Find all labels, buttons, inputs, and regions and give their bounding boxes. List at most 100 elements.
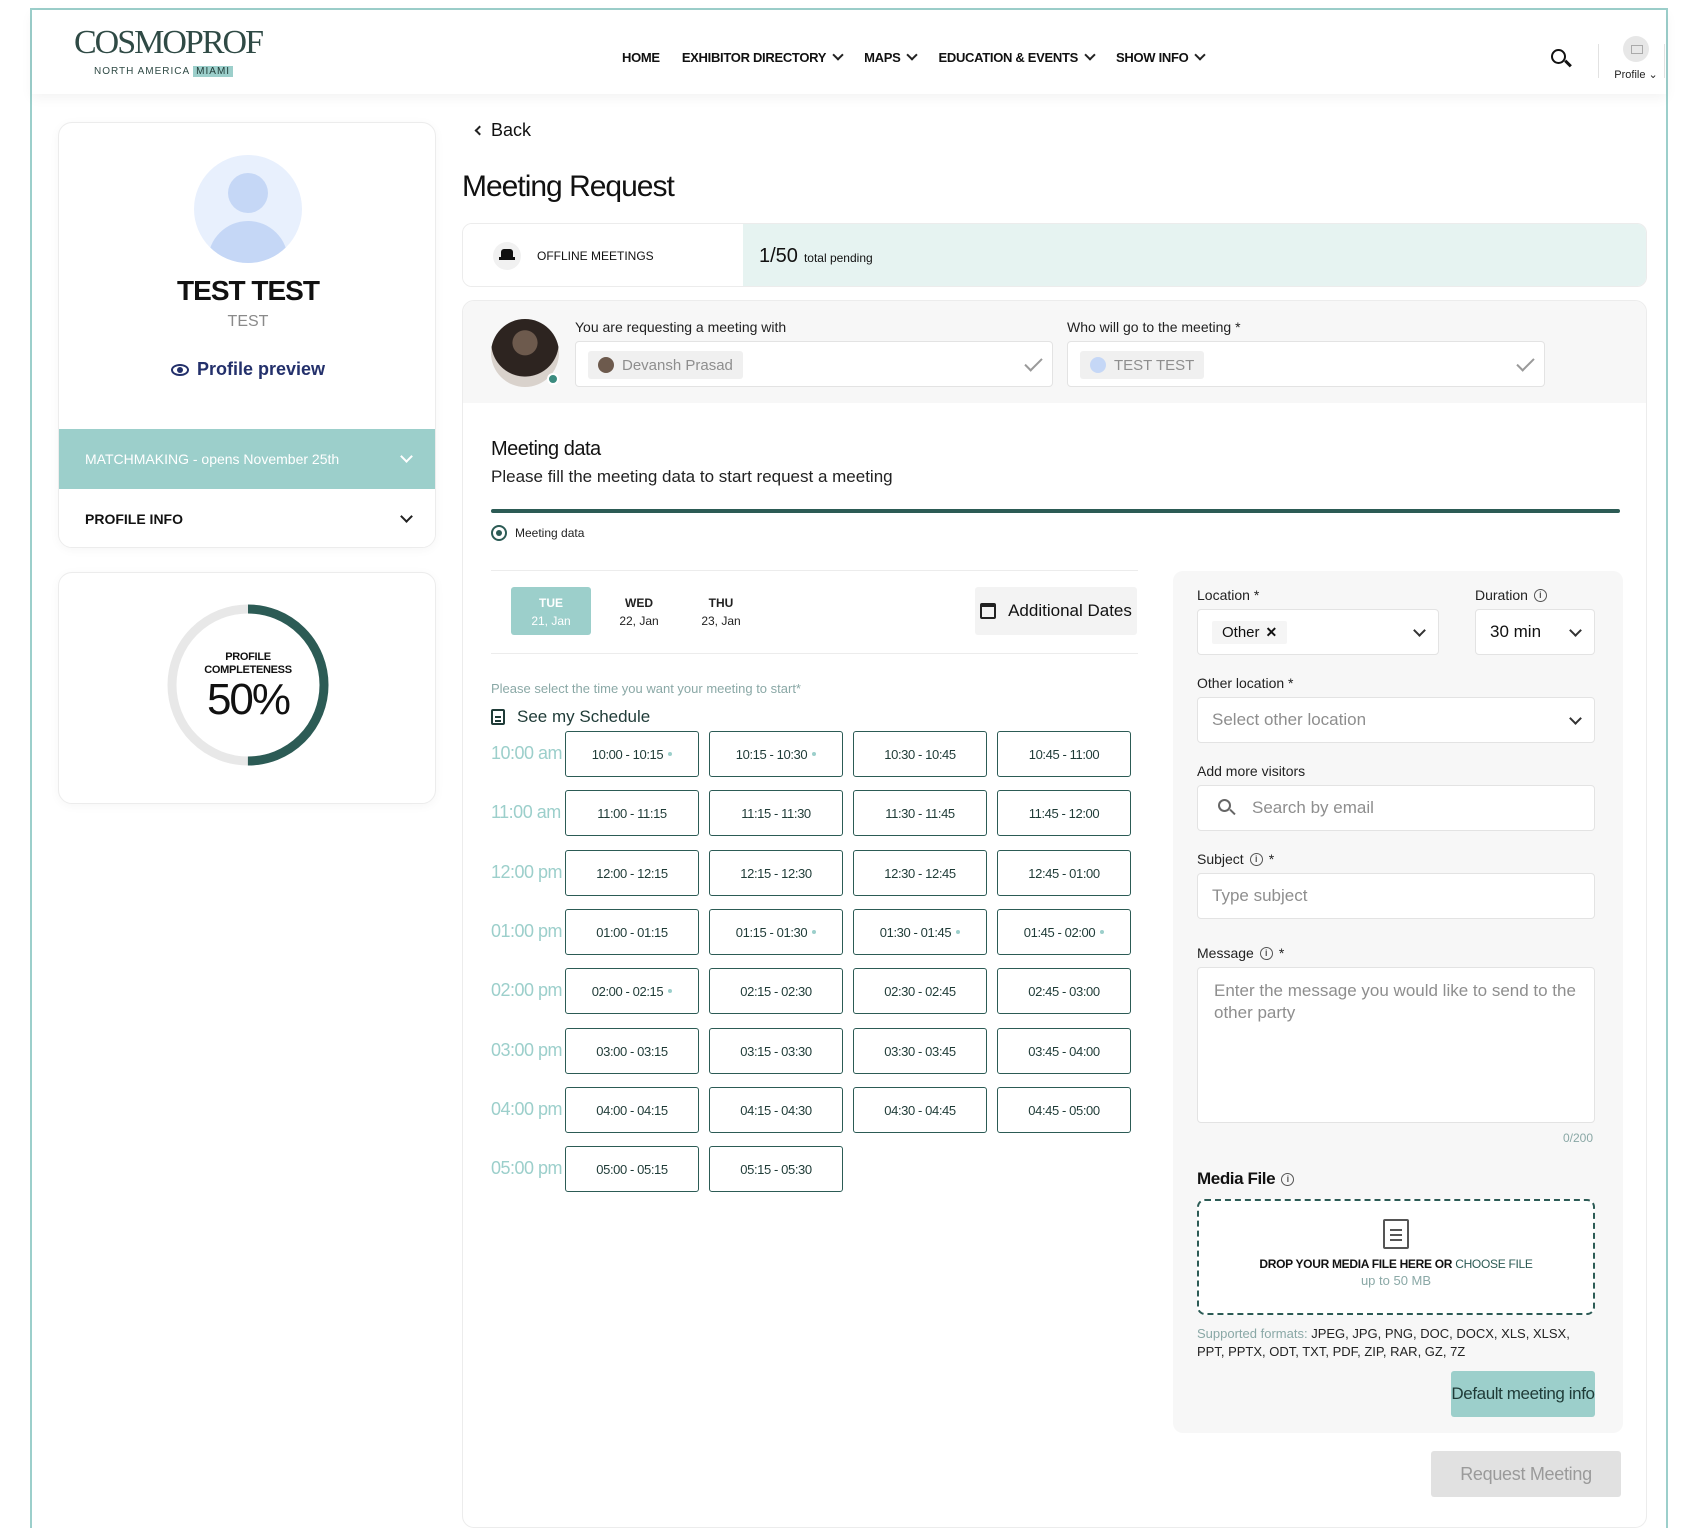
- section-subtitle: Please fill the meeting data to start re…: [491, 467, 893, 486]
- time-slot-button[interactable]: 04:00 - 04:15: [565, 1087, 699, 1133]
- attendee-field[interactable]: TEST TEST: [1067, 341, 1545, 387]
- nav-item-maps[interactable]: MAPS: [864, 49, 919, 65]
- back-link[interactable]: Back: [474, 120, 531, 141]
- visitors-search-input[interactable]: Search by email: [1197, 785, 1595, 831]
- time-slot-button[interactable]: 02:45 - 03:00: [997, 968, 1131, 1014]
- cosmoprof-logo[interactable]: COSMOPROF NORTH AMERICA MIAMI: [74, 26, 264, 77]
- date-tab-wed[interactable]: WED 22, Jan: [599, 587, 679, 635]
- busy-indicator-dot: [668, 752, 673, 756]
- time-slot-button[interactable]: 10:45 - 11:00: [997, 731, 1131, 777]
- other-location-select[interactable]: Select other location: [1197, 697, 1595, 743]
- info-icon[interactable]: i: [1249, 852, 1263, 866]
- profile-menu[interactable]: Profile ⌄: [1609, 36, 1663, 81]
- close-icon[interactable]: ✕: [1266, 624, 1278, 641]
- info-icon[interactable]: i: [1281, 1172, 1295, 1186]
- time-slot-button[interactable]: 11:15 - 11:30: [709, 790, 843, 836]
- message-placeholder: Enter the message you would like to send…: [1214, 981, 1576, 1022]
- location-select[interactable]: Other ✕: [1197, 609, 1439, 655]
- time-slot-button[interactable]: 12:30 - 12:45: [853, 850, 987, 896]
- time-slot-button[interactable]: 10:00 - 10:15: [565, 731, 699, 777]
- chevron-down-icon: [906, 49, 919, 61]
- time-slot-button[interactable]: 01:15 - 01:30: [709, 909, 843, 955]
- other-location-label: Other location *: [1197, 675, 1294, 691]
- matchmaking-accordion[interactable]: MATCHMAKING - opens November 25th: [59, 429, 435, 489]
- nav-item-label: HOME: [622, 50, 660, 65]
- offline-meetings-tab[interactable]: OFFLINE MEETINGS: [463, 224, 743, 286]
- media-file-title: Media File i: [1197, 1169, 1295, 1189]
- time-slot-label: 01:15 - 01:30: [735, 924, 808, 940]
- choose-file-link[interactable]: CHOOSE FILE: [1455, 1257, 1533, 1271]
- completeness-label: PROFILE COMPLETENESS: [166, 651, 330, 677]
- busy-indicator-dot: [1100, 930, 1105, 934]
- time-slot-button[interactable]: 01:30 - 01:45: [853, 909, 987, 955]
- time-slot-button[interactable]: 03:15 - 03:30: [709, 1028, 843, 1074]
- logo-city-tag: MIAMI: [193, 66, 234, 77]
- time-slot-button[interactable]: 02:00 - 02:15: [565, 968, 699, 1014]
- time-slot-button[interactable]: 10:15 - 10:30: [709, 731, 843, 777]
- chevron-down-icon: [832, 49, 844, 61]
- time-slot-button[interactable]: 03:45 - 04:00: [997, 1028, 1131, 1074]
- formats-label: Supported formats:: [1197, 1326, 1308, 1341]
- nav-item-education-events[interactable]: EDUCATION & EVENTS: [938, 49, 1096, 65]
- date-day: 22, Jan: [619, 614, 659, 628]
- profile-preview-link[interactable]: Profile preview: [59, 359, 435, 380]
- completeness-label-line1: PROFILE: [225, 651, 271, 663]
- info-icon[interactable]: i: [1259, 946, 1273, 960]
- time-slot-label: 10:15 - 10:30: [735, 746, 808, 762]
- message-textarea[interactable]: Enter the message you would like to send…: [1197, 967, 1595, 1123]
- time-slot-button[interactable]: 04:45 - 05:00: [997, 1087, 1131, 1133]
- duration-select[interactable]: 30 min: [1475, 609, 1595, 655]
- time-slot-button[interactable]: 10:30 - 10:45: [853, 731, 987, 777]
- time-slot-button[interactable]: 01:45 - 02:00: [997, 909, 1131, 955]
- nav-item-show-info[interactable]: SHOW INFO: [1116, 49, 1207, 65]
- duration-label: Duration: [1475, 587, 1528, 603]
- time-slot-button[interactable]: 12:00 - 12:15: [565, 850, 699, 896]
- see-schedule-link[interactable]: See my Schedule: [491, 707, 650, 727]
- header-divider: [1664, 44, 1665, 78]
- subject-input[interactable]: Type subject: [1197, 873, 1595, 919]
- additional-dates-button[interactable]: Additional Dates: [975, 587, 1137, 635]
- request-meeting-button[interactable]: Request Meeting: [1431, 1451, 1621, 1497]
- time-slot-button[interactable]: 05:15 - 05:30: [709, 1146, 843, 1192]
- time-slot-button[interactable]: 11:45 - 12:00: [997, 790, 1131, 836]
- time-slot-button[interactable]: 03:30 - 03:45: [853, 1028, 987, 1074]
- profile-info-accordion[interactable]: PROFILE INFO: [59, 489, 435, 547]
- time-slot-button[interactable]: 11:00 - 11:15: [565, 790, 699, 836]
- date-day-of-week: THU: [708, 596, 734, 610]
- time-slot-label: 04:00 - 04:15: [596, 1102, 668, 1118]
- requesting-with-field[interactable]: Devansh Prasad: [575, 341, 1053, 387]
- time-slot-button[interactable]: 05:00 - 05:15: [565, 1146, 699, 1192]
- subject-label: Subject: [1197, 851, 1244, 867]
- message-label: Message: [1197, 945, 1254, 961]
- chevron-down-icon: [400, 510, 413, 523]
- time-slot-label: 11:15 - 11:30: [741, 805, 811, 821]
- date-day-of-week: TUE: [539, 596, 563, 610]
- check-icon: [1024, 353, 1043, 372]
- time-slot-label: 05:00 - 05:15: [596, 1161, 668, 1177]
- time-slot-label: 02:30 - 02:45: [884, 983, 956, 999]
- time-slot-button[interactable]: 11:30 - 11:45: [853, 790, 987, 836]
- nav-item-exhibitor-directory[interactable]: EXHIBITOR DIRECTORY: [682, 49, 844, 65]
- logo-region: NORTH AMERICA: [94, 66, 191, 77]
- time-slot-label: 01:45 - 02:00: [1023, 924, 1096, 940]
- time-slot-label: 02:00 - 02:15: [591, 983, 664, 999]
- time-slot-button[interactable]: 02:30 - 02:45: [853, 968, 987, 1014]
- time-slot-button[interactable]: 01:00 - 01:15: [565, 909, 699, 955]
- time-slot-button[interactable]: 12:45 - 01:00: [997, 850, 1131, 896]
- nav-item-home[interactable]: HOME: [622, 50, 660, 65]
- time-slot-button[interactable]: 04:15 - 04:30: [709, 1087, 843, 1133]
- chip-avatar: [1090, 357, 1106, 373]
- media-dropzone[interactable]: DROP YOUR MEDIA FILE HERE OR CHOOSE FILE…: [1197, 1199, 1595, 1315]
- date-tab-thu[interactable]: THU 23, Jan: [681, 587, 761, 635]
- info-icon[interactable]: i: [1533, 588, 1547, 602]
- time-slot-button[interactable]: 03:00 - 03:15: [565, 1028, 699, 1074]
- drop-text: DROP YOUR MEDIA FILE HERE OR: [1259, 1257, 1453, 1271]
- time-slot-button[interactable]: 04:30 - 04:45: [853, 1087, 987, 1133]
- time-slot-button[interactable]: 12:15 - 12:30: [709, 850, 843, 896]
- time-slot-button[interactable]: 02:15 - 02:30: [709, 968, 843, 1014]
- search-icon[interactable]: [1550, 48, 1572, 70]
- hour-label: 03:00 pm: [491, 1040, 563, 1060]
- date-tab-tue[interactable]: TUE 21, Jan: [511, 587, 591, 635]
- default-meeting-info-button[interactable]: Default meeting info: [1451, 1371, 1595, 1417]
- message-label-wrap: Message i *: [1197, 945, 1284, 961]
